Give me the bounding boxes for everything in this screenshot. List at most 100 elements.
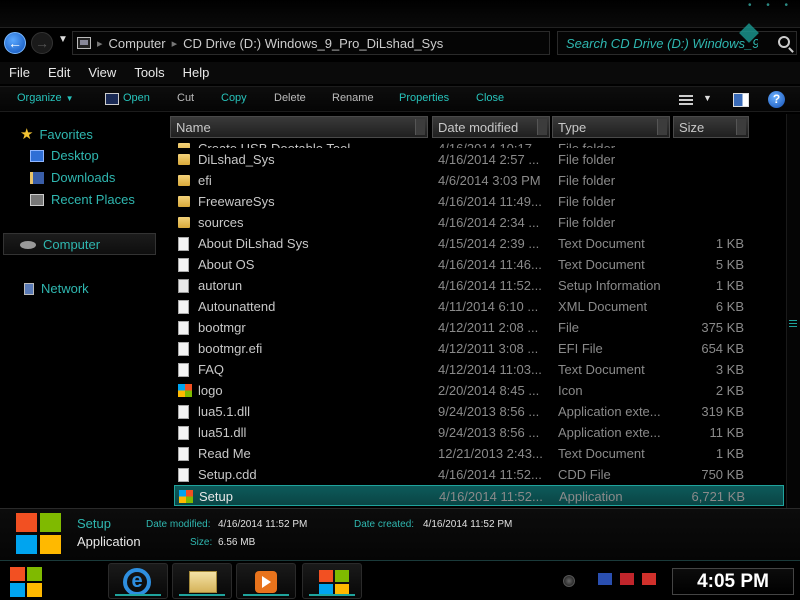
file-row[interactable]: autorun 4/16/2014 11:52... Setup Informati… xyxy=(174,275,784,296)
details-pane: Setup Application Date modified: 4/16/20… xyxy=(0,508,800,560)
view-options-icon[interactable] xyxy=(679,95,693,105)
organize-button[interactable]: Organize ▼ xyxy=(17,92,74,104)
scrollbar-grip[interactable] xyxy=(789,320,797,328)
show-desktop-icon[interactable] xyxy=(563,575,575,587)
column-name-label: Name xyxy=(176,120,211,135)
forward-button[interactable]: → xyxy=(31,32,53,54)
taskbar-media-player[interactable] xyxy=(236,563,296,599)
folder-icon xyxy=(178,217,190,228)
menu-file[interactable]: File xyxy=(0,62,39,84)
network-status-icon[interactable] xyxy=(620,573,634,585)
file-row[interactable]: Read Me 12/21/2013 2:43... Text Document 1 … xyxy=(174,443,784,464)
search-box[interactable] xyxy=(557,23,797,55)
search-input[interactable] xyxy=(558,35,758,51)
file-row[interactable]: lua51.dll 9/24/2013 8:56 ... Application e… xyxy=(174,422,784,443)
file-row[interactable]: Create USB Dootable Tool 4/16/2014 10:17.… xyxy=(174,138,784,148)
details-file-name: Setup xyxy=(77,516,111,531)
copy-button[interactable]: Copy xyxy=(221,92,247,104)
nav-recent-label: Recent Places xyxy=(51,192,135,207)
clock[interactable]: 4:05 PM xyxy=(672,568,794,595)
nav-computer[interactable]: Computer xyxy=(20,237,100,252)
back-button[interactable]: ← xyxy=(4,32,26,54)
file-row[interactable]: FAQ 4/12/2014 11:03... Text Document 3 KB xyxy=(174,359,784,380)
file-row[interactable]: About DiLshad Sys 4/15/2014 2:39 ... Text … xyxy=(174,233,784,254)
file-date-modified: 4/6/2014 3:03 PM xyxy=(438,173,541,188)
column-header-name[interactable]: Name xyxy=(170,116,428,138)
file-type: Setup Information xyxy=(558,278,661,293)
taskbar-setup-app[interactable] xyxy=(302,563,362,599)
nav-network[interactable]: Network xyxy=(24,281,89,296)
open-button[interactable]: Open xyxy=(123,92,150,104)
file-date-modified: 4/12/2011 2:08 ... xyxy=(438,320,539,335)
help-icon[interactable]: ? xyxy=(768,91,785,108)
file-row[interactable]: sources 4/16/2014 2:34 ... File folder xyxy=(174,212,784,233)
vertical-scrollbar[interactable] xyxy=(786,114,800,508)
file-date-modified: 9/24/2013 8:56 ... xyxy=(438,404,540,419)
chevron-right-icon[interactable]: ▸ xyxy=(172,37,178,50)
chevron-right-icon[interactable]: ▸ xyxy=(97,37,103,50)
breadcrumb-computer[interactable]: Computer xyxy=(109,36,166,51)
file-size: 11 KB xyxy=(709,425,744,440)
file-name: Setup.cdd xyxy=(198,467,257,482)
column-resize-handle[interactable] xyxy=(657,119,667,135)
taskbar-internet-explorer[interactable]: e xyxy=(108,563,168,599)
menu-view[interactable]: View xyxy=(79,62,125,84)
nav-recent-places[interactable]: Recent Places xyxy=(30,192,135,207)
column-resize-handle[interactable] xyxy=(736,119,746,135)
menu-edit[interactable]: Edit xyxy=(39,62,79,84)
column-size-label: Size xyxy=(679,120,705,135)
column-resize-handle[interactable] xyxy=(537,119,547,135)
nav-favorites[interactable]: ★ Favorites xyxy=(20,125,93,143)
file-name: Autounattend xyxy=(198,299,276,314)
nav-downloads[interactable]: Downloads xyxy=(30,170,115,185)
file-size: 1 KB xyxy=(715,236,744,251)
file-row[interactable]: Setup 4/16/2014 11:52... Application 6,721 … xyxy=(174,485,784,506)
close-button[interactable]: Close xyxy=(476,92,504,104)
file-name: Read Me xyxy=(198,446,251,461)
file-row[interactable]: efi 4/6/2014 3:03 PM File folder xyxy=(174,170,784,191)
delete-button[interactable]: Delete xyxy=(274,92,306,104)
chevron-down-icon[interactable]: ▼ xyxy=(703,93,712,103)
file-name: bootmgr xyxy=(198,320,246,335)
nav-desktop[interactable]: Desktop xyxy=(30,148,99,163)
file-row[interactable]: bootmgr.efi 4/12/2011 3:08 ... EFI File 654… xyxy=(174,338,784,359)
file-row[interactable]: DiLshad_Sys 4/16/2014 2:57 ... File folder xyxy=(174,149,784,170)
column-header-size[interactable]: Size xyxy=(673,116,749,138)
rename-button[interactable]: Rename xyxy=(332,92,374,104)
file-row[interactable]: lua5.1.dll 9/24/2013 8:56 ... Application … xyxy=(174,401,784,422)
language-icon[interactable] xyxy=(598,573,612,585)
recent-pages-dropdown[interactable]: ▼ xyxy=(58,34,68,45)
volume-icon[interactable] xyxy=(642,573,656,585)
file-row[interactable]: Autounattend 4/11/2014 6:10 ... XML Docume… xyxy=(174,296,784,317)
folder-icon xyxy=(178,143,190,148)
file-row[interactable]: FreewareSys 4/16/2014 11:49... File folder xyxy=(174,191,784,212)
menu-help[interactable]: Help xyxy=(174,62,219,84)
document-icon xyxy=(178,447,189,461)
file-row[interactable]: logo 2/20/2014 8:45 ... Icon 2 KB xyxy=(174,380,784,401)
properties-button[interactable]: Properties xyxy=(399,92,449,104)
file-date-modified: 4/11/2014 6:10 ... xyxy=(438,299,539,314)
file-row[interactable]: About OS 4/16/2014 11:46... Text Document 5… xyxy=(174,254,784,275)
file-row[interactable]: Setup.cdd 4/16/2014 11:52... CDD File 750 K… xyxy=(174,464,784,485)
windows-logo-icon xyxy=(319,570,349,596)
column-header-date[interactable]: Date modified xyxy=(432,116,550,138)
file-type: File folder xyxy=(558,194,616,209)
file-date-modified: 4/12/2014 11:03... xyxy=(438,362,542,377)
address-row: ← → ▼ ▸ Computer ▸ CD Drive (D:) Windows… xyxy=(0,23,800,60)
document-icon xyxy=(178,237,189,251)
taskbar-file-explorer[interactable] xyxy=(172,563,232,599)
column-header-type[interactable]: Type xyxy=(552,116,670,138)
search-icon[interactable] xyxy=(778,36,790,48)
window-controls[interactable]: • • • xyxy=(748,0,794,11)
preview-pane-icon[interactable] xyxy=(733,93,749,107)
file-row[interactable]: bootmgr 4/12/2011 2:08 ... File 375 KB xyxy=(174,317,784,338)
file-name: lua5.1.dll xyxy=(198,404,251,419)
address-bar[interactable]: ▸ Computer ▸ CD Drive (D:) Windows_9_Pro… xyxy=(72,31,550,55)
file-size: 750 KB xyxy=(701,467,744,482)
start-button[interactable] xyxy=(10,567,42,597)
breadcrumb-cd-drive[interactable]: CD Drive (D:) Windows_9_Pro_DiLshad_Sys xyxy=(183,36,443,51)
setup-info-icon xyxy=(178,279,189,293)
column-resize-handle[interactable] xyxy=(415,119,425,135)
menu-tools[interactable]: Tools xyxy=(125,62,173,84)
cut-button[interactable]: Cut xyxy=(177,92,194,104)
